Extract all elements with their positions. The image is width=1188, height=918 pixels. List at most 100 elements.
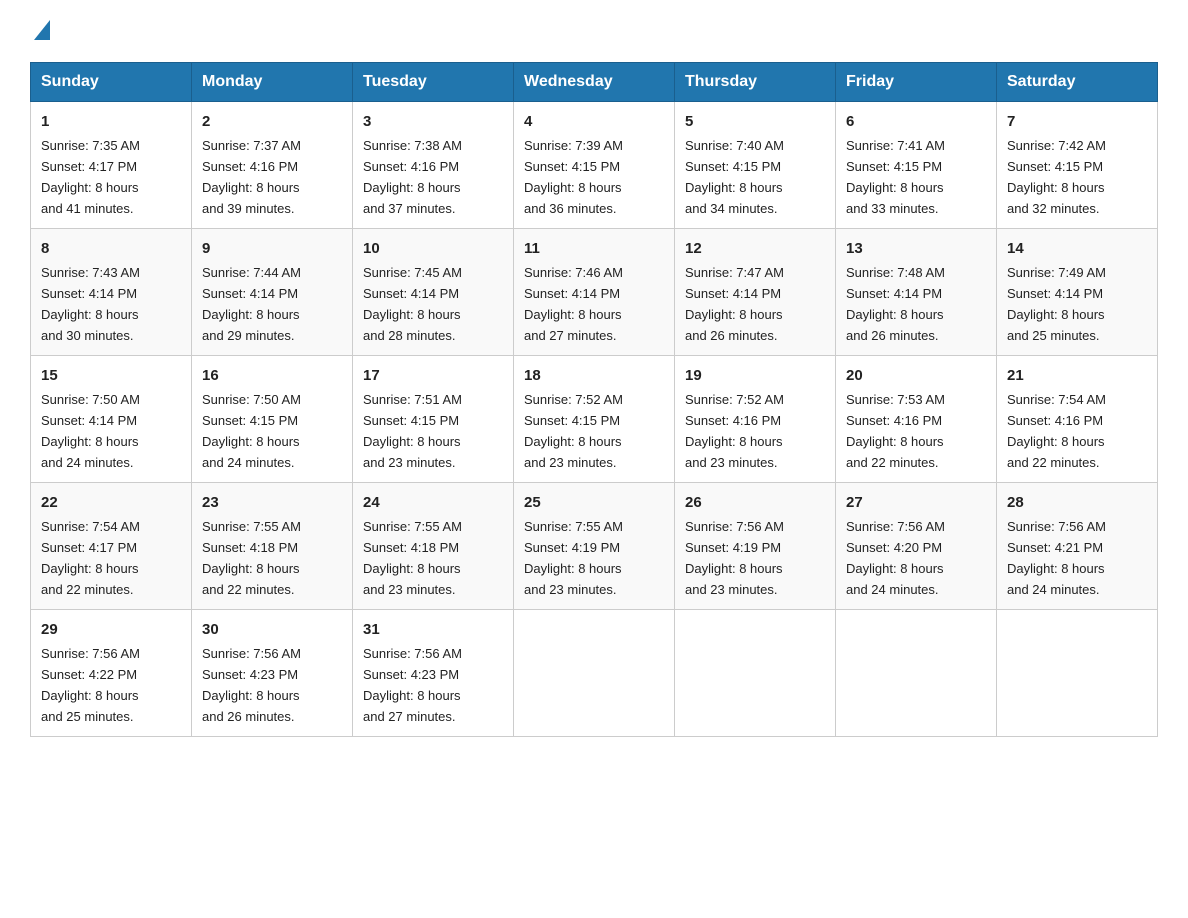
day-sunrise: Sunrise: 7:41 AM [846,138,945,153]
day-number: 1 [41,110,181,133]
day-daylight: Daylight: 8 hours [685,561,783,576]
day-sunset: Sunset: 4:14 PM [685,286,781,301]
day-sunset: Sunset: 4:14 PM [1007,286,1103,301]
day-sunrise: Sunrise: 7:56 AM [363,646,462,661]
day-sunset: Sunset: 4:15 PM [685,159,781,174]
day-number: 5 [685,110,825,133]
day-sunset: Sunset: 4:16 PM [1007,413,1103,428]
day-daylight: Daylight: 8 hours [41,180,139,195]
day-daylight2: and 36 minutes. [524,201,617,216]
day-sunset: Sunset: 4:19 PM [524,540,620,555]
calendar-cell: 20 Sunrise: 7:53 AM Sunset: 4:16 PM Dayl… [836,355,997,482]
calendar-cell: 5 Sunrise: 7:40 AM Sunset: 4:15 PM Dayli… [675,102,836,229]
day-sunrise: Sunrise: 7:42 AM [1007,138,1106,153]
calendar-cell: 31 Sunrise: 7:56 AM Sunset: 4:23 PM Dayl… [353,609,514,736]
calendar-cell: 24 Sunrise: 7:55 AM Sunset: 4:18 PM Dayl… [353,482,514,609]
calendar-cell: 13 Sunrise: 7:48 AM Sunset: 4:14 PM Dayl… [836,228,997,355]
day-sunset: Sunset: 4:18 PM [363,540,459,555]
day-daylight2: and 30 minutes. [41,328,134,343]
day-daylight: Daylight: 8 hours [202,561,300,576]
day-daylight: Daylight: 8 hours [202,307,300,322]
day-daylight2: and 23 minutes. [363,455,456,470]
calendar-week-row: 15 Sunrise: 7:50 AM Sunset: 4:14 PM Dayl… [31,355,1158,482]
calendar-cell: 9 Sunrise: 7:44 AM Sunset: 4:14 PM Dayli… [192,228,353,355]
calendar-cell: 21 Sunrise: 7:54 AM Sunset: 4:16 PM Dayl… [997,355,1158,482]
calendar-cell: 4 Sunrise: 7:39 AM Sunset: 4:15 PM Dayli… [514,102,675,229]
day-daylight2: and 27 minutes. [363,709,456,724]
day-sunset: Sunset: 4:14 PM [363,286,459,301]
day-number: 10 [363,237,503,260]
calendar-cell: 27 Sunrise: 7:56 AM Sunset: 4:20 PM Dayl… [836,482,997,609]
day-sunset: Sunset: 4:23 PM [202,667,298,682]
calendar-cell: 22 Sunrise: 7:54 AM Sunset: 4:17 PM Dayl… [31,482,192,609]
day-daylight2: and 25 minutes. [41,709,134,724]
day-daylight: Daylight: 8 hours [1007,434,1105,449]
day-daylight2: and 23 minutes. [524,582,617,597]
day-sunset: Sunset: 4:14 PM [41,413,137,428]
day-number: 7 [1007,110,1147,133]
col-header-saturday: Saturday [997,63,1158,102]
day-sunset: Sunset: 4:14 PM [846,286,942,301]
day-daylight: Daylight: 8 hours [524,307,622,322]
day-daylight2: and 32 minutes. [1007,201,1100,216]
day-sunset: Sunset: 4:15 PM [846,159,942,174]
day-sunrise: Sunrise: 7:35 AM [41,138,140,153]
day-daylight: Daylight: 8 hours [41,688,139,703]
day-daylight2: and 26 minutes. [685,328,778,343]
day-daylight: Daylight: 8 hours [846,434,944,449]
day-number: 8 [41,237,181,260]
calendar-cell: 3 Sunrise: 7:38 AM Sunset: 4:16 PM Dayli… [353,102,514,229]
day-sunset: Sunset: 4:16 PM [846,413,942,428]
day-daylight: Daylight: 8 hours [1007,307,1105,322]
day-daylight: Daylight: 8 hours [41,561,139,576]
day-daylight2: and 23 minutes. [685,455,778,470]
day-number: 21 [1007,364,1147,387]
day-sunrise: Sunrise: 7:55 AM [202,519,301,534]
day-sunset: Sunset: 4:20 PM [846,540,942,555]
day-daylight2: and 26 minutes. [846,328,939,343]
day-number: 12 [685,237,825,260]
calendar-cell: 28 Sunrise: 7:56 AM Sunset: 4:21 PM Dayl… [997,482,1158,609]
day-sunrise: Sunrise: 7:56 AM [202,646,301,661]
day-daylight2: and 27 minutes. [524,328,617,343]
day-number: 20 [846,364,986,387]
day-sunrise: Sunrise: 7:54 AM [41,519,140,534]
day-sunrise: Sunrise: 7:43 AM [41,265,140,280]
day-sunset: Sunset: 4:16 PM [363,159,459,174]
day-sunrise: Sunrise: 7:47 AM [685,265,784,280]
day-number: 4 [524,110,664,133]
day-sunrise: Sunrise: 7:50 AM [202,392,301,407]
calendar-cell: 14 Sunrise: 7:49 AM Sunset: 4:14 PM Dayl… [997,228,1158,355]
day-sunset: Sunset: 4:15 PM [1007,159,1103,174]
day-sunrise: Sunrise: 7:56 AM [41,646,140,661]
day-sunset: Sunset: 4:17 PM [41,540,137,555]
day-daylight2: and 24 minutes. [846,582,939,597]
day-number: 2 [202,110,342,133]
day-daylight: Daylight: 8 hours [202,180,300,195]
day-daylight2: and 33 minutes. [846,201,939,216]
calendar-cell: 6 Sunrise: 7:41 AM Sunset: 4:15 PM Dayli… [836,102,997,229]
day-daylight: Daylight: 8 hours [363,434,461,449]
day-daylight: Daylight: 8 hours [524,434,622,449]
day-sunset: Sunset: 4:17 PM [41,159,137,174]
col-header-sunday: Sunday [31,63,192,102]
day-daylight: Daylight: 8 hours [363,688,461,703]
col-header-friday: Friday [836,63,997,102]
day-sunrise: Sunrise: 7:56 AM [1007,519,1106,534]
day-sunset: Sunset: 4:19 PM [685,540,781,555]
day-sunrise: Sunrise: 7:56 AM [846,519,945,534]
day-daylight: Daylight: 8 hours [202,688,300,703]
day-daylight2: and 25 minutes. [1007,328,1100,343]
day-daylight2: and 26 minutes. [202,709,295,724]
day-daylight: Daylight: 8 hours [1007,561,1105,576]
day-daylight2: and 23 minutes. [363,582,456,597]
day-sunrise: Sunrise: 7:51 AM [363,392,462,407]
day-number: 3 [363,110,503,133]
day-daylight: Daylight: 8 hours [363,180,461,195]
day-number: 13 [846,237,986,260]
calendar-cell: 2 Sunrise: 7:37 AM Sunset: 4:16 PM Dayli… [192,102,353,229]
calendar-cell: 26 Sunrise: 7:56 AM Sunset: 4:19 PM Dayl… [675,482,836,609]
day-daylight: Daylight: 8 hours [685,180,783,195]
calendar-cell: 16 Sunrise: 7:50 AM Sunset: 4:15 PM Dayl… [192,355,353,482]
day-daylight2: and 34 minutes. [685,201,778,216]
